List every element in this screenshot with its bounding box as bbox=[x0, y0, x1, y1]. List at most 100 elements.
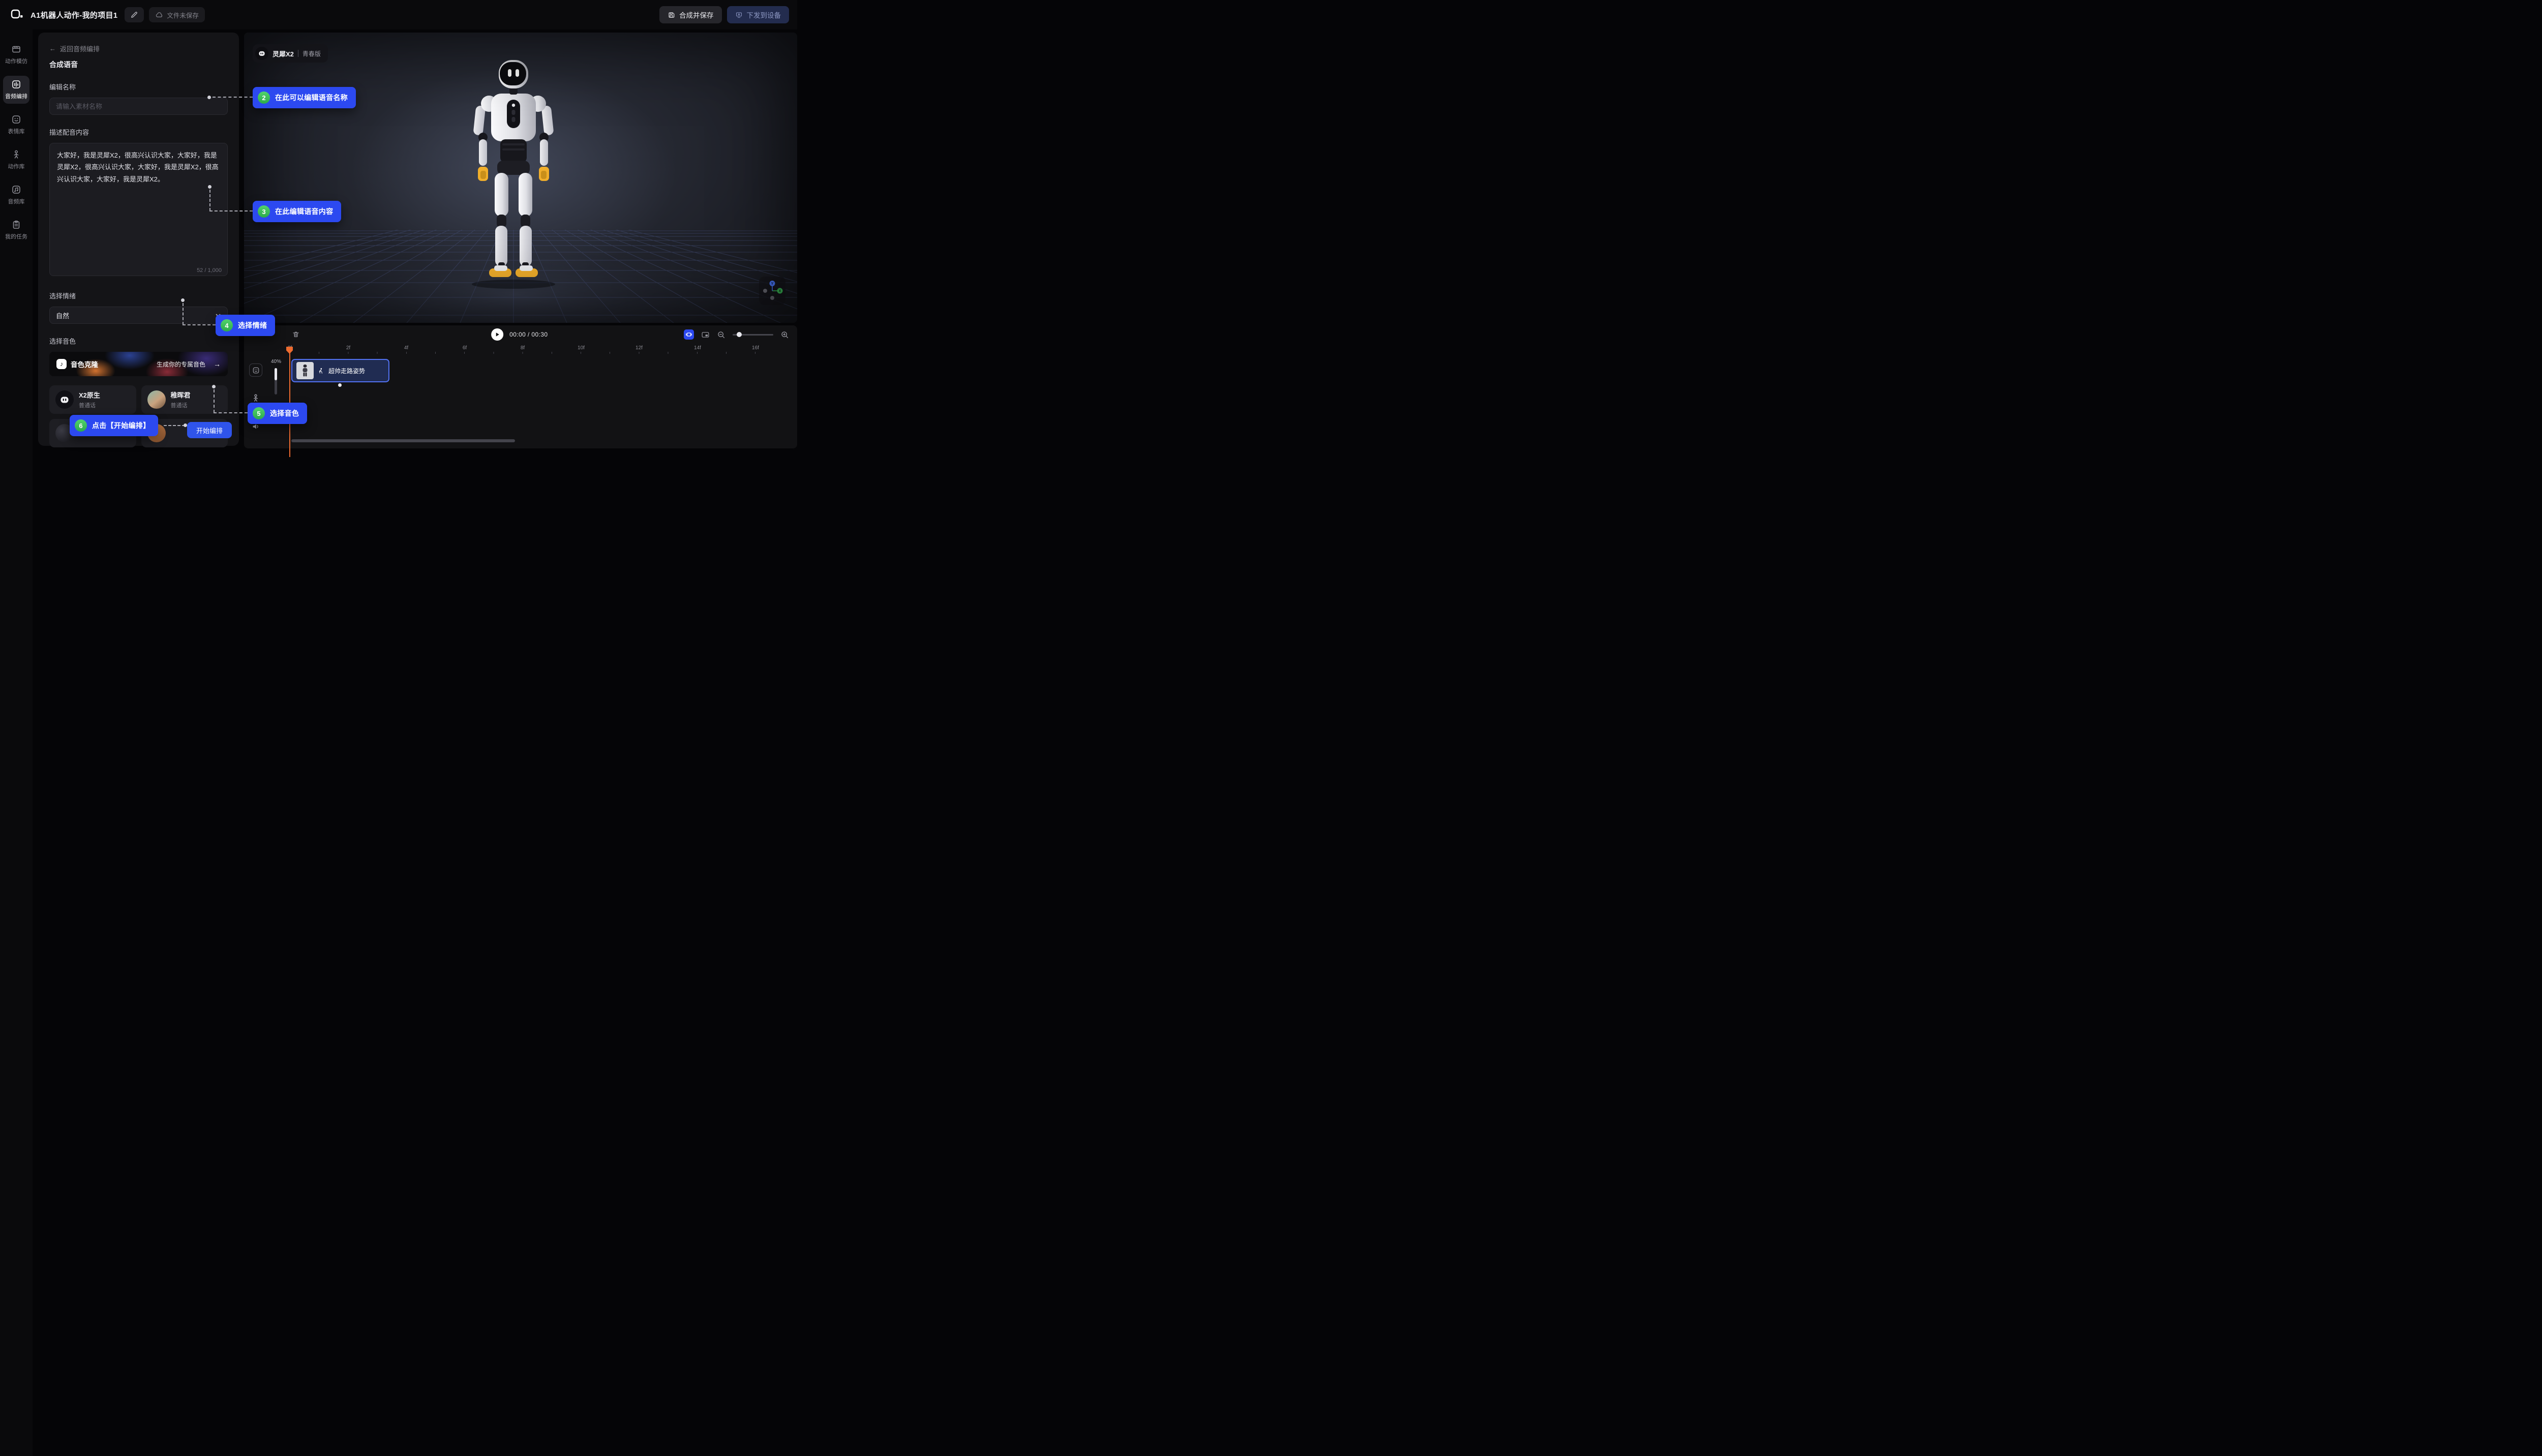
material-name-input[interactable] bbox=[49, 98, 228, 115]
model-avatar bbox=[255, 47, 268, 60]
sidebar-item-audio-library[interactable]: 音频库 bbox=[3, 181, 29, 209]
walking-pose-icon bbox=[318, 368, 324, 374]
step-badge: 2 bbox=[258, 92, 270, 104]
tip-text: 在此可以编辑语音名称 bbox=[275, 93, 348, 103]
topbar: A1机器人动作-我的项目1 文件未保存 合成并保存 下发到设备 bbox=[0, 0, 797, 29]
axis-x-label: X bbox=[779, 290, 781, 293]
axis-y-label: Y bbox=[771, 282, 774, 286]
timeline-zoom-slider[interactable] bbox=[733, 331, 773, 338]
audio-arrange-icon bbox=[11, 79, 21, 89]
tutorial-tip-3: 3 在此编辑语音内容 bbox=[253, 201, 341, 222]
voice-label: 选择音色 bbox=[49, 336, 228, 346]
play-icon bbox=[494, 331, 500, 338]
play-button[interactable] bbox=[491, 328, 503, 341]
voice-clone-title: 音色克隆 bbox=[71, 359, 98, 369]
preview-frames-icon[interactable] bbox=[701, 330, 710, 339]
timeline-ruler[interactable]: 0f 2f 4f 6f 8f 10f 12f 14f 16f bbox=[244, 344, 797, 355]
sidebar-item-audio-arrange[interactable]: 音频编排 bbox=[3, 76, 29, 104]
expression-track-button[interactable] bbox=[249, 363, 262, 377]
back-label: 返回音频编排 bbox=[60, 44, 100, 53]
voice-card-x2[interactable]: X2原生 普通话 bbox=[49, 385, 136, 414]
cloud-icon bbox=[155, 11, 163, 19]
voice-card-texts: 稚晖君 普通话 bbox=[171, 390, 191, 409]
sidebar-label: 动作模仿 bbox=[5, 57, 27, 65]
project-title: A1机器人动作-我的项目1 bbox=[31, 10, 117, 20]
step-badge: 3 bbox=[258, 205, 270, 218]
sidebar: 动作模仿 音频编排 表情库 动作库 音频库 bbox=[0, 29, 33, 1456]
timeline-clip[interactable]: 超帅走路姿势 bbox=[291, 359, 389, 382]
voice-card-texts: X2原生 普通话 bbox=[79, 390, 100, 409]
zoom-out-icon[interactable] bbox=[717, 330, 725, 339]
clip-label: 超帅走路姿势 bbox=[328, 367, 365, 375]
synthesize-save-button[interactable]: 合成并保存 bbox=[659, 6, 722, 23]
slider-knob[interactable] bbox=[737, 332, 742, 337]
connector-line bbox=[213, 97, 253, 98]
axis-gizmo[interactable]: X Y bbox=[759, 277, 785, 305]
ruler-label: 4f bbox=[404, 345, 408, 351]
emotion-select[interactable]: 自然 bbox=[49, 307, 228, 324]
app-logo-icon[interactable] bbox=[8, 6, 25, 23]
ruler-label: 8f bbox=[521, 345, 525, 351]
sidebar-item-motion-imitation[interactable]: 动作模仿 bbox=[3, 41, 29, 69]
my-tasks-icon bbox=[11, 220, 21, 230]
action-library-icon bbox=[11, 149, 21, 160]
back-arrow-icon: ← bbox=[49, 45, 56, 52]
model-name: 灵犀X2 bbox=[273, 49, 294, 58]
back-to-audio-arrange[interactable]: ← 返回音频编排 bbox=[49, 44, 100, 53]
ruler-label: 10f bbox=[578, 345, 585, 351]
robot-face-icon bbox=[257, 49, 266, 58]
arrow-right-icon: → bbox=[214, 360, 221, 368]
connector-dot bbox=[208, 185, 211, 189]
connector-line bbox=[164, 425, 185, 426]
voice-name: X2原生 bbox=[79, 390, 100, 400]
fit-timeline-icon[interactable] bbox=[684, 329, 694, 340]
connector-line bbox=[209, 190, 210, 211]
tutorial-tip-2: 2 在此可以编辑语音名称 bbox=[253, 87, 356, 108]
track-zoom-fill bbox=[275, 368, 277, 380]
voice-lang: 普通话 bbox=[79, 401, 100, 409]
viewport-canvas[interactable]: 灵犀X2 青春版 X Y bbox=[244, 33, 797, 323]
deploy-button[interactable]: 下发到设备 bbox=[727, 6, 790, 23]
timeline-controls: 00:00 / 00:30 bbox=[244, 325, 797, 344]
edit-icon bbox=[130, 11, 138, 19]
panel-title: 合成语音 bbox=[49, 59, 228, 70]
sidebar-item-action-library[interactable]: 动作库 bbox=[3, 146, 29, 174]
deploy-label: 下发到设备 bbox=[747, 10, 781, 20]
step-badge: 6 bbox=[75, 419, 87, 432]
timeline-scrollbar[interactable] bbox=[291, 439, 515, 442]
model-badge: 灵犀X2 青春版 bbox=[253, 44, 328, 63]
action-track-icon[interactable] bbox=[251, 393, 260, 403]
name-label: 编辑名称 bbox=[49, 82, 228, 92]
sidebar-label: 音频编排 bbox=[5, 92, 27, 100]
connector-line bbox=[209, 210, 253, 211]
audio-library-icon bbox=[11, 185, 21, 195]
clip-handle[interactable] bbox=[338, 383, 342, 387]
ruler-label: 6f bbox=[463, 345, 467, 351]
ruler-label: 12f bbox=[636, 345, 643, 351]
save-icon bbox=[668, 11, 675, 19]
connector-line bbox=[214, 412, 248, 413]
time-display: 00:00 / 00:30 bbox=[509, 331, 548, 338]
voice-content-textarea[interactable]: 大家好，我是灵犀X2，很高兴认识大家，大家好，我是灵犀X2，很高兴认识大家，大家… bbox=[49, 143, 228, 276]
voice-clone-banner[interactable]: ♪ 音色克隆 生成你的专属音色 → bbox=[49, 352, 228, 376]
tutorial-tip-6: 6 点击【开始编排】 bbox=[70, 415, 158, 436]
connector-line bbox=[214, 389, 215, 413]
start-arrange-button[interactable]: 开始编排 bbox=[187, 422, 232, 438]
ruler-label: 16f bbox=[752, 345, 759, 351]
zoom-in-icon[interactable] bbox=[780, 330, 789, 339]
content-label: 描述配音内容 bbox=[49, 127, 228, 137]
char-count: 52 / 1,000 bbox=[197, 267, 222, 274]
ruler-label: 14f bbox=[694, 345, 701, 351]
pose-thumbnail-icon bbox=[299, 364, 311, 377]
tutorial-tip-5: 5 选择音色 bbox=[248, 403, 307, 424]
delete-clip-icon[interactable] bbox=[292, 330, 300, 339]
motion-imitation-icon bbox=[11, 44, 21, 54]
rename-button[interactable] bbox=[125, 7, 144, 22]
voice-lang: 普通话 bbox=[171, 401, 191, 409]
voice-card-zhihuijun[interactable]: 稚晖君 普通话 bbox=[141, 385, 228, 414]
sidebar-item-expression-library[interactable]: 表情库 bbox=[3, 111, 29, 139]
voice-avatar-robot bbox=[55, 390, 74, 409]
sidebar-label: 动作库 bbox=[8, 162, 25, 170]
ruler-ticks bbox=[290, 352, 760, 354]
sidebar-item-my-tasks[interactable]: 我的任务 bbox=[3, 216, 29, 244]
